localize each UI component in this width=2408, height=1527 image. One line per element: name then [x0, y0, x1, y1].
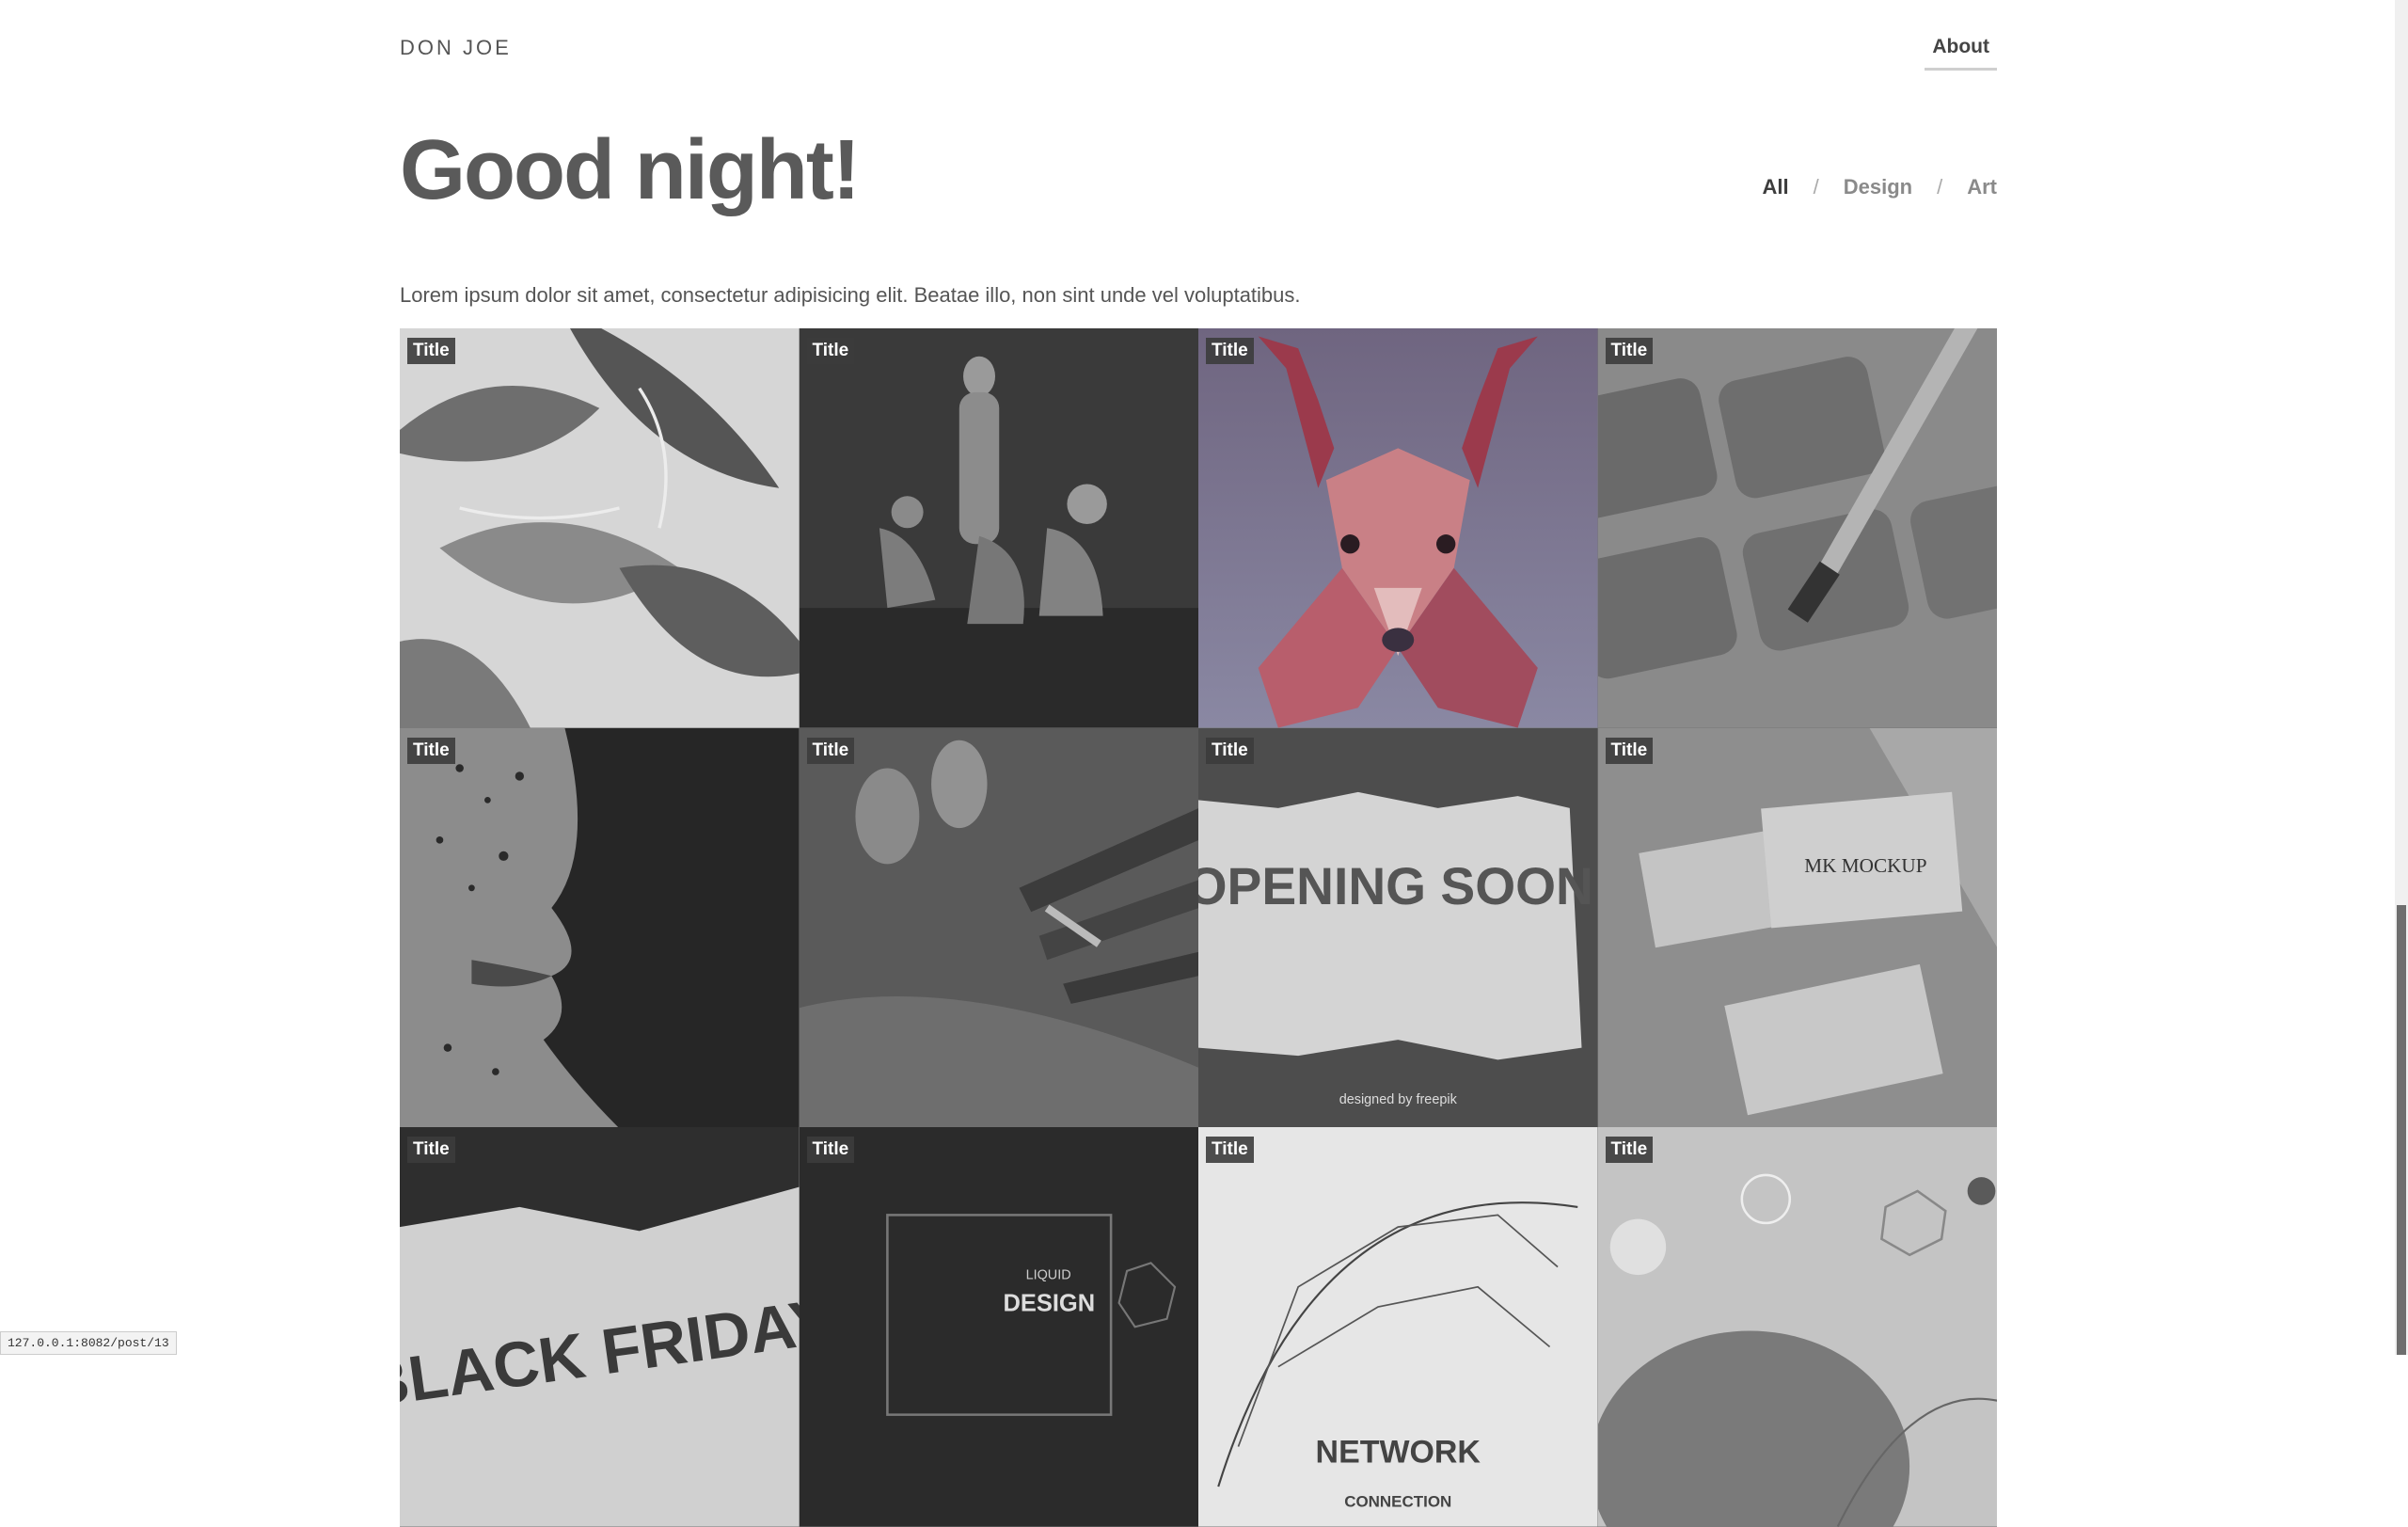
filter-separator: / [1813, 175, 1819, 199]
tile-title: Title [806, 338, 855, 364]
polygon-deer-image [1198, 328, 1598, 728]
tile-title: Title [1206, 338, 1254, 364]
tile-title: Title [407, 338, 455, 364]
paint-tubes-image [799, 727, 1198, 1127]
filter-art[interactable]: Art [1967, 175, 1997, 199]
network-label: NETWORK [1316, 1435, 1481, 1471]
site-header: DON JOE About [400, 0, 1997, 103]
filter-all[interactable]: All [1762, 175, 1788, 199]
portfolio-tile[interactable]: Title [799, 328, 1198, 728]
status-url: 127.0.0.1:8082/post/13 [0, 1331, 177, 1355]
portfolio-tile[interactable]: MK MOCKUP Title [1597, 727, 1997, 1127]
filter-separator: / [1937, 175, 1943, 199]
liquid-label: LIQUID [1025, 1267, 1070, 1282]
tile-title: Title [407, 1137, 455, 1163]
scrollbar[interactable] [2395, 0, 2408, 1355]
tile-title: Title [1605, 338, 1654, 364]
portfolio-tile[interactable]: OPENING SOON designed by freepik Title [1198, 727, 1598, 1127]
portfolio-tile[interactable]: BLACK FRIDAY Title [400, 1127, 800, 1527]
tile-title: Title [407, 737, 455, 764]
portfolio-tile[interactable]: LIQUID DESIGN Title [799, 1127, 1198, 1527]
portfolio-grid: Title Title Title Title Title Title OPEN… [400, 328, 1997, 1527]
tile-title: Title [1605, 737, 1654, 764]
scrollbar-thumb[interactable] [2397, 905, 2406, 1355]
tile-title: Title [806, 737, 855, 764]
filter-nav: All / Design / Art [1762, 175, 1997, 199]
portfolio-tile[interactable]: Title [400, 328, 800, 728]
design-label: DESIGN [1003, 1290, 1095, 1316]
portfolio-tile[interactable]: Title [400, 727, 800, 1127]
liquid-design-image: LIQUID DESIGN [799, 1127, 1198, 1527]
intro-text: Lorem ipsum dolor sit amet, consectetur … [400, 283, 1301, 307]
filter-design[interactable]: Design [1844, 175, 1912, 199]
freckled-face-image [400, 727, 800, 1127]
tile-title: Title [1605, 1137, 1654, 1163]
tropical-leaves-image [400, 328, 800, 728]
portfolio-tile[interactable]: NETWORK CONNECTION Title [1198, 1127, 1598, 1527]
tile-title: Title [1206, 1137, 1254, 1163]
business-card-mockup-image: MK MOCKUP [1597, 727, 1997, 1127]
tile-title: Title [1206, 737, 1254, 764]
black-friday-image: BLACK FRIDAY [400, 1127, 800, 1527]
page-title: Good night! [400, 123, 861, 217]
portfolio-tile[interactable]: Title [1597, 328, 1997, 728]
portfolio-tile[interactable]: Title [1198, 328, 1598, 728]
opening-label: OPENING SOON [1198, 856, 1593, 915]
geometric-abstract-image [1597, 1127, 1997, 1527]
connection-label: CONNECTION [1344, 1492, 1451, 1510]
portfolio-tile[interactable]: Title [799, 727, 1198, 1127]
mockup-logo: MK MOCKUP [1804, 853, 1926, 876]
opening-soon-image: OPENING SOON designed by freepik [1198, 727, 1598, 1127]
paint-palette-image [1597, 328, 1997, 728]
network-connection-image: NETWORK CONNECTION [1198, 1127, 1598, 1527]
about-link[interactable]: About [1925, 36, 1997, 71]
portfolio-tile[interactable]: Title [1597, 1127, 1997, 1527]
freepik-credit: designed by freepik [1339, 1092, 1458, 1107]
statue-figures-image [799, 328, 1198, 728]
brand-logo[interactable]: DON JOE [400, 36, 512, 60]
tile-title: Title [806, 1137, 855, 1163]
